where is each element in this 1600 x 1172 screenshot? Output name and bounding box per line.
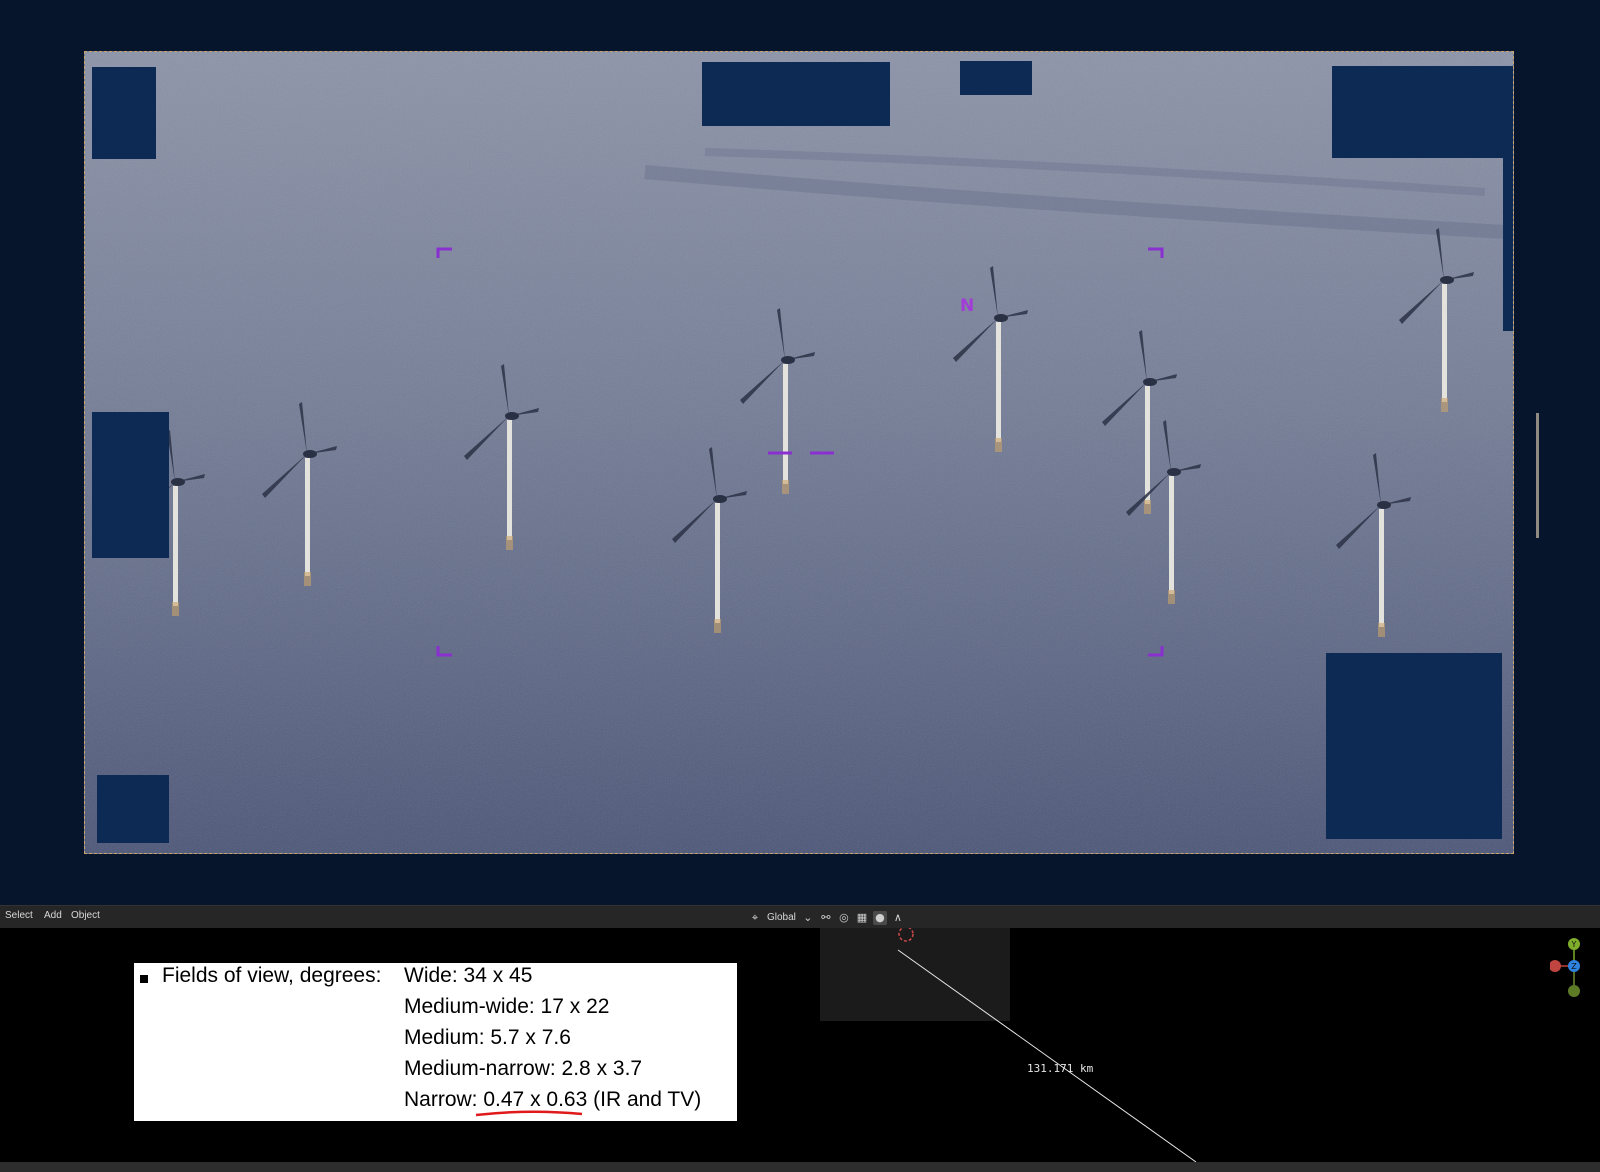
transform-pivot-icon[interactable]: ⌖ xyxy=(748,911,762,925)
reticle-corner-bottom-left xyxy=(436,646,452,657)
reticle-corner-bottom-right xyxy=(1148,646,1164,657)
north-indicator: N xyxy=(960,296,975,316)
navigation-gizmo-icon[interactable]: Y Z xyxy=(1550,936,1594,1006)
camera-frame-photo: N xyxy=(84,51,1514,854)
measure-line xyxy=(897,949,1197,1162)
record-icon[interactable]: ● xyxy=(872,910,887,925)
proportional-icon[interactable]: ◎ xyxy=(837,911,851,925)
add-menu[interactable]: Add xyxy=(44,910,62,921)
viewport-header: Select Add Object ⌖ Global ⌄ ⚯ ◎ ▦ ● ∧ xyxy=(0,905,1600,929)
transform-controls: ⌖ Global ⌄ ⚯ ◎ ▦ ● ∧ xyxy=(746,908,907,927)
status-bar xyxy=(0,1162,1600,1172)
3d-viewport[interactable]: N xyxy=(0,0,1600,905)
svg-text:Z: Z xyxy=(1571,962,1577,971)
chevron-down-icon[interactable]: ⌄ xyxy=(801,911,815,925)
reticle-overlay xyxy=(436,247,1164,657)
reticle-corner-top-right xyxy=(1148,247,1164,258)
lower-viewport[interactable]: Fields of view, degrees: Wide: 34 x 45 M… xyxy=(0,926,1600,1162)
snap-grid-icon[interactable]: ▦ xyxy=(855,911,869,925)
select-menu[interactable]: Select xyxy=(5,910,33,921)
turbine-outside-frame xyxy=(1536,413,1539,538)
falloff-icon[interactable]: ∧ xyxy=(891,911,905,925)
snap-link-icon[interactable]: ⚯ xyxy=(819,911,833,925)
transform-orientation-dropdown[interactable]: Global xyxy=(767,912,796,923)
object-menu[interactable]: Object xyxy=(71,910,100,921)
measure-distance-label: 131.171 km xyxy=(1027,1062,1094,1075)
reticle-corner-top-left xyxy=(436,247,452,258)
svg-text:Y: Y xyxy=(1571,940,1577,949)
